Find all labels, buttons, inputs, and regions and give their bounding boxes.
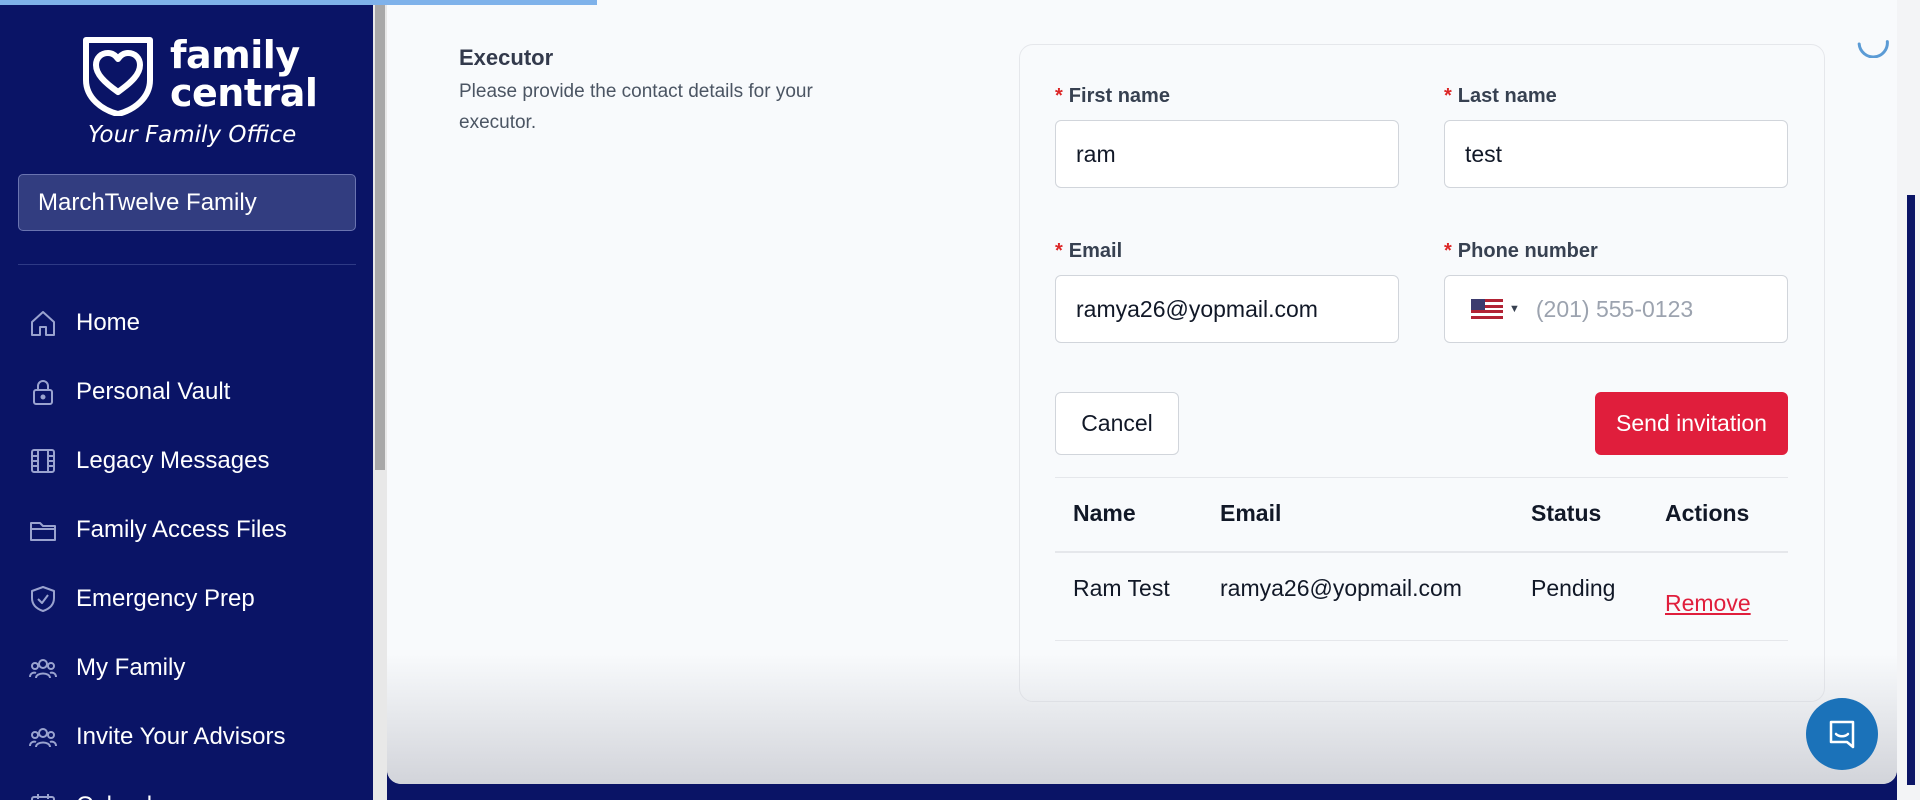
column-header-actions: Actions (1665, 500, 1750, 526)
brand-name-line2: central (170, 71, 318, 115)
chat-icon (1829, 720, 1855, 749)
sidebar-item-label: Legacy Messages (76, 446, 270, 474)
sidebar-item-label: Family Access Files (76, 515, 287, 543)
send-invitation-button[interactable]: Send invitation (1595, 392, 1788, 455)
brand-logo[interactable]: family central Your Family Office (78, 34, 318, 154)
required-marker: * (1055, 240, 1063, 262)
sidebar-item-calendar[interactable]: Calendar (0, 771, 373, 800)
loading-spinner-icon (1857, 40, 1889, 58)
row-email: ramya26@yopmail.com (1220, 575, 1462, 601)
page-scrollbar[interactable] (1897, 0, 1920, 800)
film-icon (28, 446, 58, 476)
last-name-input[interactable] (1444, 120, 1788, 188)
sidebar-item-invite-advisors[interactable]: Invite Your Advisors (0, 702, 373, 771)
family-selector[interactable]: MarchTwelve Family (18, 174, 356, 231)
lock-icon (28, 377, 58, 407)
brand-name: family central (170, 33, 318, 115)
sidebar-item-label: Personal Vault (76, 377, 231, 405)
phone-input[interactable] (1535, 295, 1776, 323)
sidebar-scrollbar[interactable] (373, 0, 387, 800)
sidebar-item-home[interactable]: Home (0, 288, 373, 357)
last-name-label-text: Last name (1457, 85, 1557, 107)
sidebar-item-label: Emergency Prep (76, 584, 255, 612)
brand-name-line1: family (170, 33, 300, 77)
email-label-text: Email (1068, 240, 1123, 262)
sidebar-item-legacy-messages[interactable]: Legacy Messages (0, 426, 373, 495)
folder-icon (28, 515, 58, 545)
phone-field: ▼ (1444, 275, 1788, 343)
sidebar-item-label: Home (76, 308, 141, 336)
table-row-divider (1055, 640, 1788, 641)
sidebar-item-my-family[interactable]: My Family (0, 633, 373, 702)
email-label: * Email (1055, 240, 1122, 263)
calendar-icon (28, 791, 58, 800)
column-header-email: Email (1220, 500, 1282, 526)
brand-tagline: Your Family Office (88, 122, 297, 148)
us-flag-icon[interactable] (1471, 299, 1503, 320)
heart-shield-logo-icon (83, 37, 153, 116)
home-icon (28, 308, 58, 338)
row-status: Pending (1531, 575, 1616, 601)
chat-launcher-button[interactable] (1806, 698, 1878, 770)
chevron-down-icon[interactable]: ▼ (1509, 303, 1520, 315)
cancel-button[interactable]: Cancel (1055, 392, 1179, 455)
first-name-label: * First name (1055, 85, 1170, 108)
phone-label-text: Phone number (1457, 240, 1598, 262)
users-icon (28, 722, 58, 752)
phone-label: * Phone number (1444, 240, 1598, 263)
column-header-status: Status (1531, 500, 1602, 526)
sidebar-item-label: Invite Your Advisors (76, 722, 286, 750)
required-marker: * (1444, 85, 1452, 107)
table-header-divider (1055, 551, 1788, 553)
executor-form-card: *First name *Last name *Email *Phone num… (1019, 44, 1825, 702)
last-name-label: * Last name (1444, 85, 1557, 108)
row-name: Ram Test (1073, 575, 1170, 601)
first-name-input[interactable] (1055, 120, 1399, 188)
sidebar-item-emergency-prep[interactable]: Emergency Prep (0, 564, 373, 633)
section-title: Executor (459, 45, 554, 70)
required-marker: * (1444, 240, 1452, 262)
main-panel: Executor Please provide the contact deta… (387, 0, 1897, 784)
sidebar-item-label: My Family (76, 653, 186, 681)
sidebar-scrollbar-thumb[interactable] (375, 0, 385, 470)
sidebar-item-personal-vault[interactable]: Personal Vault (0, 357, 373, 426)
column-header-name: Name (1073, 500, 1136, 526)
page-loading-bar (0, 0, 597, 5)
section-description: Please provide the contact details for y… (459, 81, 813, 133)
sidebar-divider (18, 264, 356, 265)
email-input[interactable] (1055, 275, 1399, 343)
sidebar-item-label: Calendar (76, 792, 173, 800)
table-top-divider (1055, 477, 1788, 478)
sidebar-nav: Home Personal Vault Legacy Messages Fami… (0, 288, 373, 800)
sidebar: family central Your Family Office MarchT… (0, 0, 373, 800)
page-scrollbar-thumb[interactable] (1907, 195, 1915, 785)
shield-check-icon (28, 584, 58, 614)
required-marker: * (1055, 85, 1063, 107)
remove-link[interactable]: Remove (1665, 590, 1751, 617)
sidebar-item-family-access-files[interactable]: Family Access Files (0, 495, 373, 564)
first-name-label-text: First name (1068, 85, 1170, 107)
users-icon (28, 653, 58, 683)
